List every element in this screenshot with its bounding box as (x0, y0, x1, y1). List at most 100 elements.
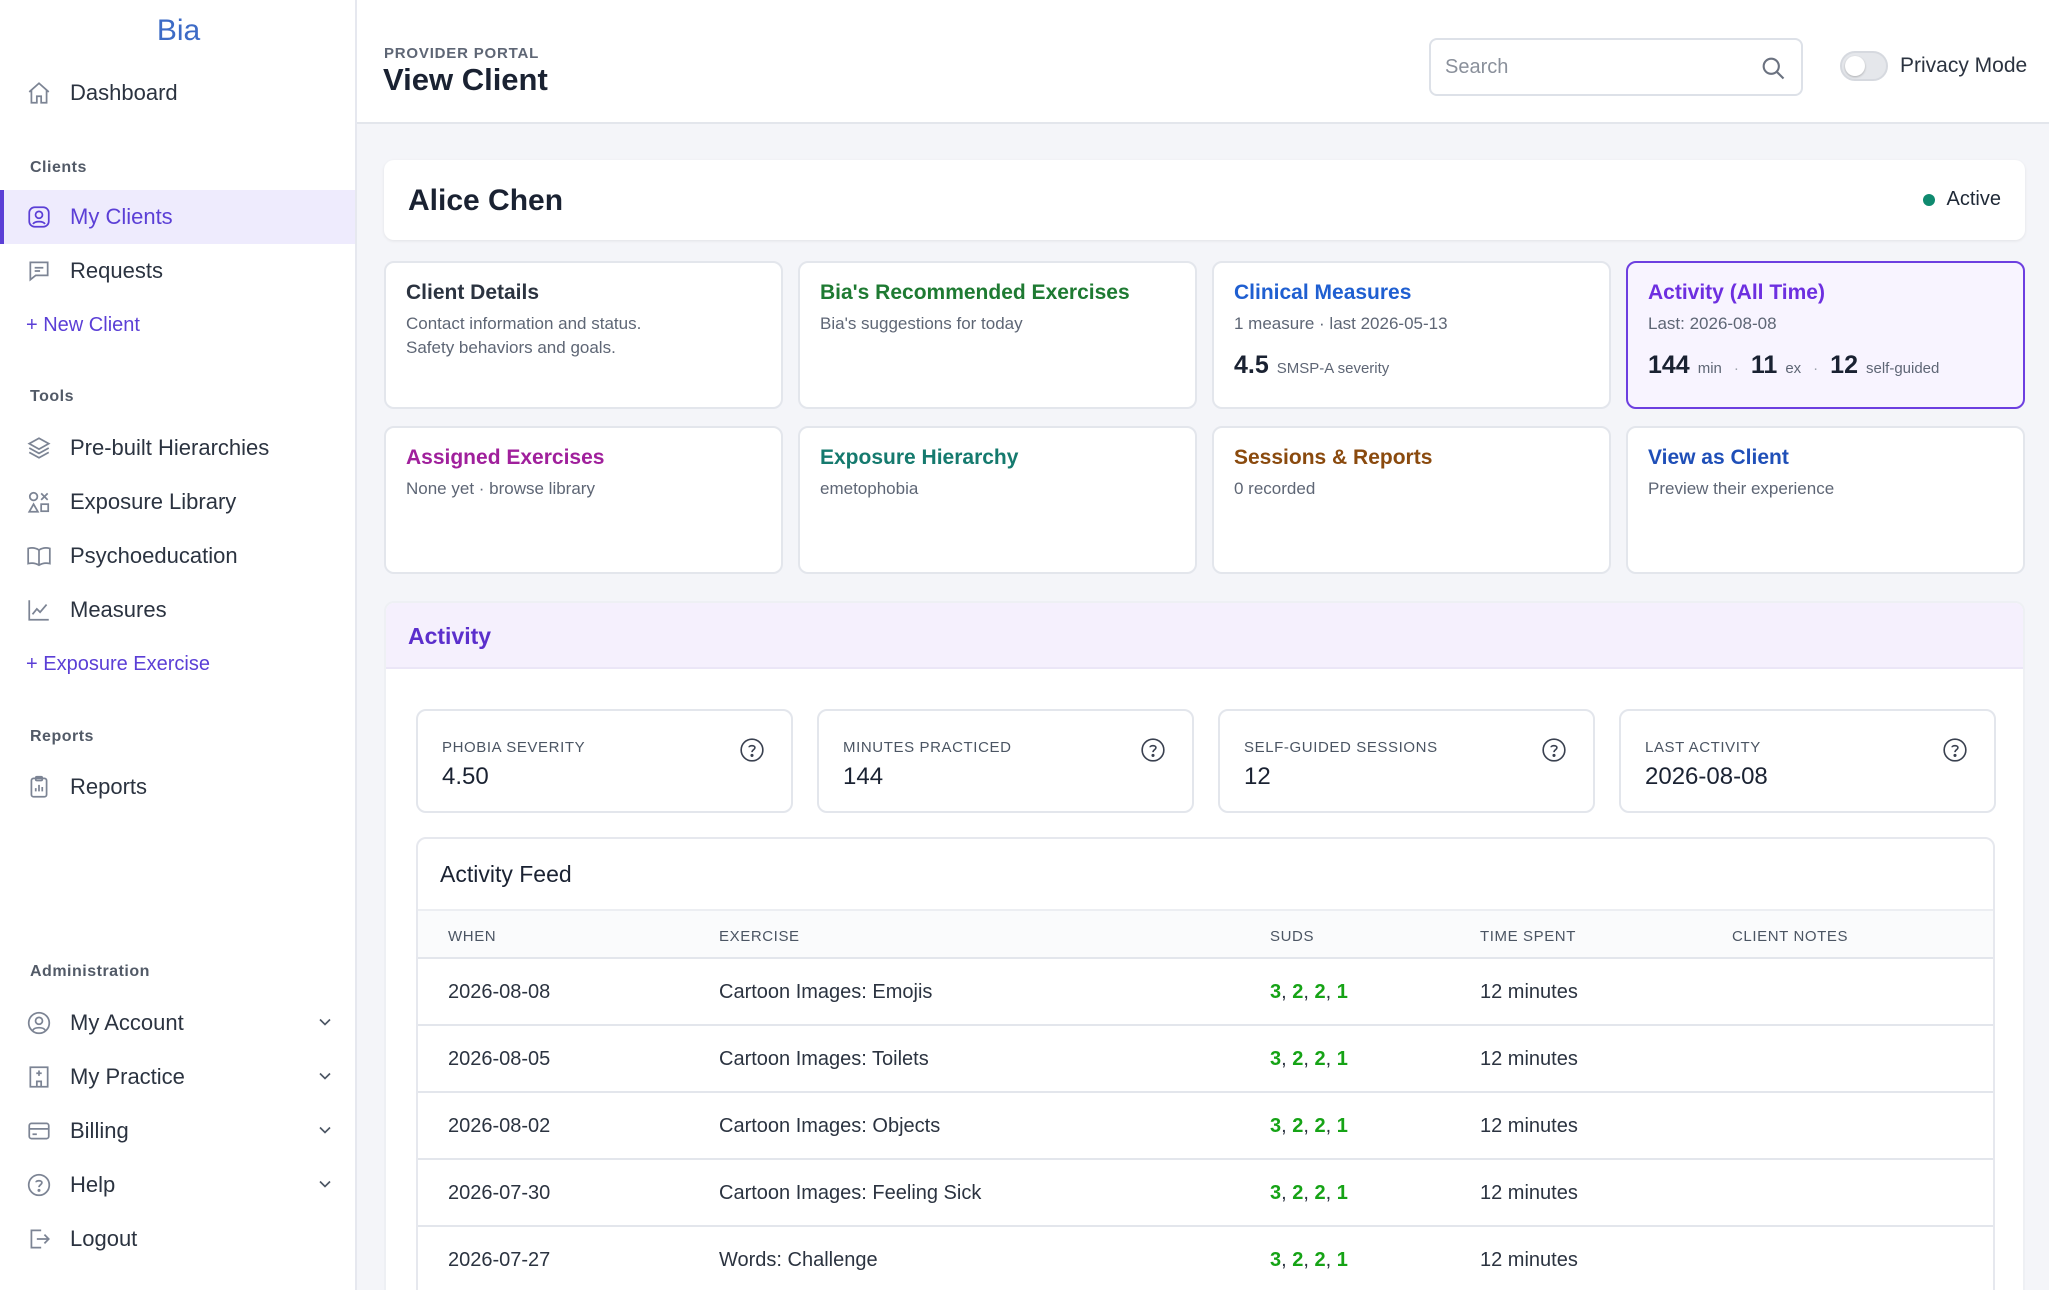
sidebar-item-label: Pre-built Hierarchies (70, 435, 270, 460)
sidebar-item-measures[interactable]: Measures (0, 583, 355, 637)
sidebar-item-psychoeducation[interactable]: Psychoeducation (0, 529, 355, 583)
suds-value: 2 (1292, 1115, 1304, 1137)
activity-panel-header: Activity (386, 603, 2023, 669)
sidebar-item-label: Reports (70, 774, 148, 799)
table-row[interactable]: 2026-08-02 Cartoon Images: Objects 3, 2,… (418, 1093, 1993, 1160)
suds-value: 2 (1292, 1249, 1304, 1271)
sidebar-item-logout[interactable]: Logout (0, 1212, 355, 1266)
help-circle-icon[interactable] (1942, 737, 1968, 763)
section-label-administration: Administration (30, 963, 150, 980)
tile-title: Client Details (406, 281, 540, 304)
chevron-down-icon[interactable] (315, 1120, 335, 1140)
column-header-suds[interactable]: SUDS (1270, 928, 1314, 945)
table-row[interactable]: 2026-07-27 Words: Challenge 3, 2, 2, 1 1… (418, 1227, 1993, 1290)
privacy-mode-label: Privacy Mode (1900, 54, 2028, 77)
tile-title: Assigned Exercises (406, 446, 605, 469)
tile-sessions-reports[interactable]: Sessions & Reports 0 recorded (1212, 426, 1611, 574)
suds-separator: , (1325, 1048, 1337, 1070)
suds-value: 3 (1270, 1115, 1282, 1137)
help-circle-icon[interactable] (1541, 737, 1567, 763)
tile-exposure-hierarchy[interactable]: Exposure Hierarchy emetophobia (798, 426, 1197, 574)
activity-feed-title: Activity Feed (440, 861, 572, 887)
tile-client-details[interactable]: Client Details Contact information and s… (384, 261, 783, 409)
suds-value: 1 (1336, 1115, 1348, 1137)
suds-separator: , (1281, 1048, 1293, 1070)
tile-activity-all-time[interactable]: Activity (All Time) Last: 2026-08-08 144… (1626, 261, 2025, 409)
sidebar-item-new-client[interactable]: + New Client (0, 298, 355, 352)
cell-when: 2026-07-27 (448, 1249, 551, 1271)
tile-title: View as Client (1648, 446, 1789, 469)
suds-value: 1 (1336, 981, 1348, 1003)
suds-value: 1 (1336, 1182, 1348, 1204)
cell-exercise: Cartoon Images: Emojis (719, 981, 933, 1003)
sidebar-item-label: Dashboard (70, 80, 178, 105)
minutes-value: 144 (1648, 351, 1690, 379)
logout-icon (26, 1226, 52, 1252)
measure-unit: SMSP-A severity (1276, 360, 1390, 377)
sidebar-item-label: Psychoeducation (70, 543, 238, 568)
sidebar-item-help[interactable]: Help (0, 1158, 355, 1212)
exercises-unit: ex (1785, 360, 1802, 377)
suds-value: 1 (1336, 1249, 1348, 1271)
table-row[interactable]: 2026-08-08 Cartoon Images: Emojis 3, 2, … (418, 959, 1993, 1026)
sidebar-item-label: Requests (70, 258, 163, 283)
client-name: Alice Chen (408, 184, 564, 217)
sidebar-item-pre-built-hierarchies[interactable]: Pre-built Hierarchies (0, 421, 355, 475)
cell-suds: 3, 2, 2, 1 (1270, 1182, 1348, 1205)
suds-value: 2 (1314, 1182, 1326, 1204)
sidebar-item-reports[interactable]: Reports (0, 760, 355, 814)
line-chart-icon (26, 597, 52, 623)
stat-card-self-guided-sessions: SELF-GUIDED SESSIONS 12 (1218, 709, 1595, 813)
sidebar-item-requests[interactable]: Requests (0, 244, 355, 298)
tile-stat: 4.5 SMSP-A severity (1234, 351, 1389, 380)
column-header-time-spent[interactable]: TIME SPENT (1480, 928, 1576, 945)
tile-clinical-measures[interactable]: Clinical Measures 1 measure · last 2026-… (1212, 261, 1611, 409)
sidebar-item-dashboard[interactable]: Dashboard (0, 66, 355, 120)
chevron-down-icon[interactable] (315, 1174, 335, 1194)
cell-suds: 3, 2, 2, 1 (1270, 1048, 1348, 1071)
hospital-icon (26, 1064, 52, 1090)
sidebar-item-my-clients[interactable]: My Clients (0, 190, 355, 244)
tile-title: Sessions & Reports (1234, 446, 1433, 469)
tile-view-as-client[interactable]: View as Client Preview their experience (1626, 426, 2025, 574)
sidebar-item-label: Logout (70, 1226, 138, 1251)
stat-card-phobia-severity: PHOBIA SEVERITY 4.50 (416, 709, 793, 813)
column-header-exercise[interactable]: EXERCISE (719, 928, 800, 945)
stat-value: 2026-08-08 (1645, 763, 1768, 790)
measure-score: 4.5 (1234, 351, 1269, 379)
exercises-value: 11 (1750, 351, 1778, 379)
tile-assigned-exercises[interactable]: Assigned Exercises None yet · browse lib… (384, 426, 783, 574)
table-row[interactable]: 2026-07-30 Cartoon Images: Feeling Sick … (418, 1160, 1993, 1227)
help-circle-icon[interactable] (739, 737, 765, 763)
chevron-down-icon[interactable] (315, 1012, 335, 1032)
sidebar-item-my-account[interactable]: My Account (0, 996, 355, 1050)
help-circle-icon[interactable] (1140, 737, 1166, 763)
column-header-when[interactable]: WHEN (448, 928, 496, 945)
sidebar-item-new-exposure-exercise[interactable]: + Exposure Exercise (0, 637, 355, 691)
suds-value: 2 (1292, 1182, 1304, 1204)
column-header-client-notes[interactable]: CLIENT NOTES (1732, 928, 1848, 945)
privacy-mode-toggle[interactable] (1840, 51, 1888, 81)
status-label: Active (1946, 188, 2001, 210)
chevron-down-icon[interactable] (315, 1066, 335, 1086)
tile-subtitle: Contact information and status. Safety b… (406, 312, 766, 360)
search-input[interactable] (1445, 50, 1745, 84)
cell-time-spent: 12 minutes (1480, 1048, 1578, 1070)
section-label-reports: Reports (30, 728, 94, 745)
stat-label: PHOBIA SEVERITY (442, 739, 586, 756)
sidebar-item-billing[interactable]: Billing (0, 1104, 355, 1158)
suds-value: 2 (1314, 1048, 1326, 1070)
stat-card-last-activity: LAST ACTIVITY 2026-08-08 (1619, 709, 1996, 813)
sidebar-item-exposure-library[interactable]: Exposure Library (0, 475, 355, 529)
tile-title: Bia's Recommended Exercises (820, 281, 1130, 304)
search-icon[interactable] (1759, 54, 1787, 82)
tile-title: Exposure Hierarchy (820, 446, 1019, 469)
cell-exercise: Cartoon Images: Toilets (719, 1048, 929, 1070)
tile-recommended-exercises[interactable]: Bia's Recommended Exercises Bia's sugges… (798, 261, 1197, 409)
tile-subtitle: None yet · browse library (406, 479, 595, 498)
home-icon (26, 80, 52, 106)
brand-logo[interactable]: Bia (0, 14, 357, 48)
table-row[interactable]: 2026-08-05 Cartoon Images: Toilets 3, 2,… (418, 1026, 1993, 1093)
sidebar-item-my-practice[interactable]: My Practice (0, 1050, 355, 1104)
status-dot (1922, 193, 1935, 206)
